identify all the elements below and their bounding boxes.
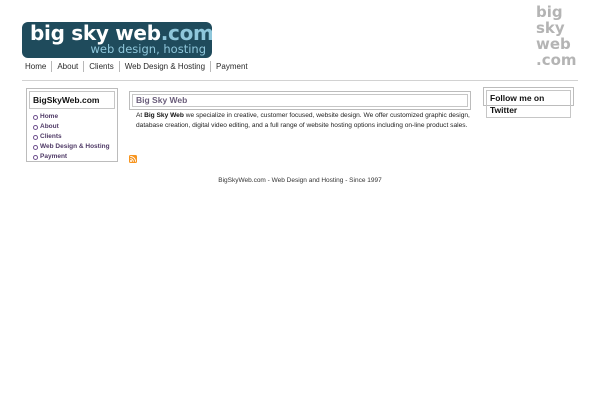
rss-feed-icon[interactable] [129, 155, 137, 163]
twitter-box: Follow me on Twitter [483, 87, 574, 118]
sidebar-item-home[interactable]: Home [33, 112, 117, 122]
site-logo[interactable]: big sky web.com web design, hosting [22, 22, 212, 58]
sidebar-menu: Home About Clients Web Design & Hosting … [27, 112, 117, 162]
nav-about[interactable]: About [52, 62, 83, 72]
top-nav: Home About Clients Web Design & Hosting … [20, 61, 253, 72]
sidebar-box: BigSkyWeb.com Home About Clients Web Des… [26, 88, 118, 162]
nav-payment[interactable]: Payment [211, 62, 253, 72]
sidebar-item-clients[interactable]: Clients [33, 132, 117, 142]
side-logo-line: sky [536, 19, 565, 37]
side-logo-line: .com [536, 51, 577, 69]
twitter-title[interactable]: Follow me on Twitter [486, 90, 571, 118]
page-title: Big Sky Web [132, 94, 468, 107]
footer-text: BigSkyWeb.com - Web Design and Hosting -… [218, 177, 382, 184]
side-logo-line: web [536, 35, 571, 53]
nav-clients[interactable]: Clients [84, 62, 118, 72]
sidebar-item-about[interactable]: About [33, 122, 117, 132]
intro-brand: Big Sky Web [144, 112, 184, 119]
nav-home[interactable]: Home [20, 62, 51, 72]
intro-text: At Big Sky Web we specialize in creative… [136, 112, 470, 129]
logo-tagline: web design, hosting [90, 42, 206, 56]
sidebar-item-web-design-hosting[interactable]: Web Design & Hosting [33, 142, 117, 152]
sidebar-title: BigSkyWeb.com [29, 91, 115, 109]
header-divider [22, 80, 578, 81]
side-logo-line: big [536, 3, 563, 21]
main-title-box: Big Sky Web [129, 91, 471, 110]
sidebar-item-payment[interactable]: Payment [33, 152, 117, 162]
side-logo: big sky web .com [536, 4, 596, 68]
nav-web-design-hosting[interactable]: Web Design & Hosting [120, 62, 210, 72]
